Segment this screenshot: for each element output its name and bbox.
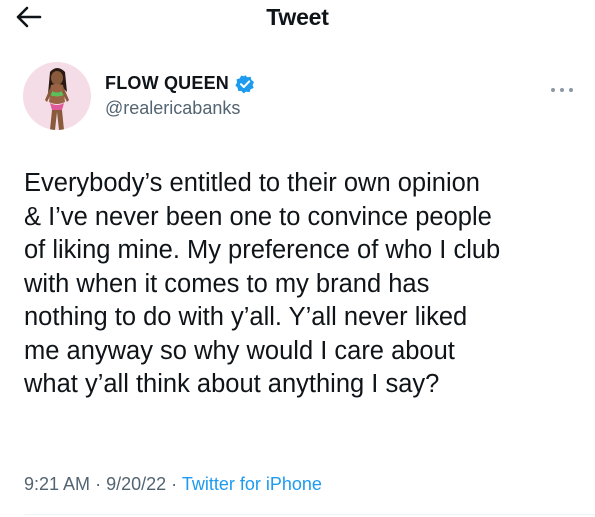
page-title: Tweet	[266, 4, 329, 30]
tweet-metadata: 9:21 AM · 9/20/22 · Twitter for iPhone	[24, 474, 322, 495]
tweet-text-line: nothing to do with y’all. Y’all never li…	[24, 303, 468, 331]
tweet-time[interactable]: 9:21 AM	[24, 474, 90, 494]
tweet-date[interactable]: 9/20/22	[106, 474, 166, 494]
tweet-text-line: what y’all think about anything I say?	[24, 370, 440, 398]
tweet-author: FLOW QUEEN @realericabanks	[23, 62, 255, 130]
avatar-image	[23, 62, 91, 130]
more-options-button[interactable]	[547, 80, 577, 100]
meta-separator: ·	[171, 474, 178, 494]
tweet-text-line: of liking mine. My preference of who I c…	[24, 236, 501, 264]
tweet-text-line: Everybody’s entitled to their own opinio…	[24, 169, 480, 197]
top-bar: Tweet	[0, 0, 595, 40]
ellipsis-icon	[551, 88, 573, 92]
user-handle[interactable]: @realericabanks	[105, 98, 255, 119]
meta-separator: ·	[95, 474, 102, 494]
tweet-text-line: & I’ve never been one to convince people	[24, 202, 492, 231]
tweet-text-line: me anyway so why would I care about	[24, 336, 455, 365]
tweet-source-link[interactable]: Twitter for iPhone	[182, 474, 322, 494]
display-name[interactable]: FLOW QUEEN	[105, 73, 229, 94]
tweet-text-line: with when it comes to my brand has	[24, 269, 430, 298]
verified-badge-icon	[235, 74, 254, 93]
avatar[interactable]	[23, 62, 91, 130]
author-names: FLOW QUEEN @realericabanks	[105, 73, 255, 119]
tweet-text: Everybody’s entitled to their own opinio…	[24, 167, 584, 402]
divider	[24, 514, 595, 515]
display-name-row: FLOW QUEEN	[105, 73, 255, 94]
